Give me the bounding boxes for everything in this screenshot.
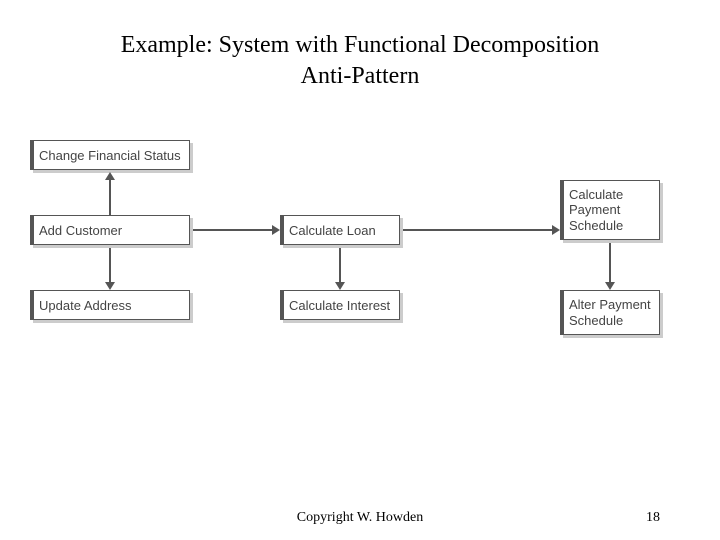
arrow-head-right-icon <box>552 225 560 235</box>
arrow-head-down-icon <box>335 282 345 290</box>
arrow-head-right-icon <box>272 225 280 235</box>
box-change-financial-status: Change Financial Status <box>30 140 190 170</box>
copyright-text: Copyright W. Howden <box>297 510 423 526</box>
title-line-2: Anti-Pattern <box>301 63 420 89</box>
arrow-line <box>339 248 341 283</box>
box-label: Calculate Loan <box>289 223 376 238</box>
arrow-head-down-icon <box>605 282 615 290</box>
box-update-address: Update Address <box>30 290 190 320</box>
box-label: Alter Payment Schedule <box>569 297 651 328</box>
box-label: Add Customer <box>39 223 122 238</box>
box-label: Change Financial Status <box>39 148 181 163</box>
slide-title: Example: System with Functional Decompos… <box>0 30 720 92</box>
box-alter-payment-schedule: Alter Payment Schedule <box>560 290 660 335</box>
box-label: Calculate Interest <box>289 298 390 313</box>
arrow-line <box>109 180 111 215</box>
box-label: Calculate Payment Schedule <box>569 187 623 234</box>
arrow-head-up-icon <box>105 172 115 180</box>
box-calculate-payment-schedule: Calculate Payment Schedule <box>560 180 660 240</box>
box-calculate-loan: Calculate Loan <box>280 215 400 245</box>
arrow-line <box>109 248 111 283</box>
title-line-1: Example: System with Functional Decompos… <box>121 32 600 58</box>
box-calculate-interest: Calculate Interest <box>280 290 400 320</box>
page-number: 18 <box>646 510 660 526</box>
arrow-line <box>609 243 611 283</box>
arrow-head-down-icon <box>105 282 115 290</box>
box-label: Update Address <box>39 298 132 313</box>
arrow-line <box>403 229 553 231</box>
diagram-area: Change Financial Status Add Customer Upd… <box>30 140 690 390</box>
arrow-line <box>193 229 273 231</box>
box-add-customer: Add Customer <box>30 215 190 245</box>
